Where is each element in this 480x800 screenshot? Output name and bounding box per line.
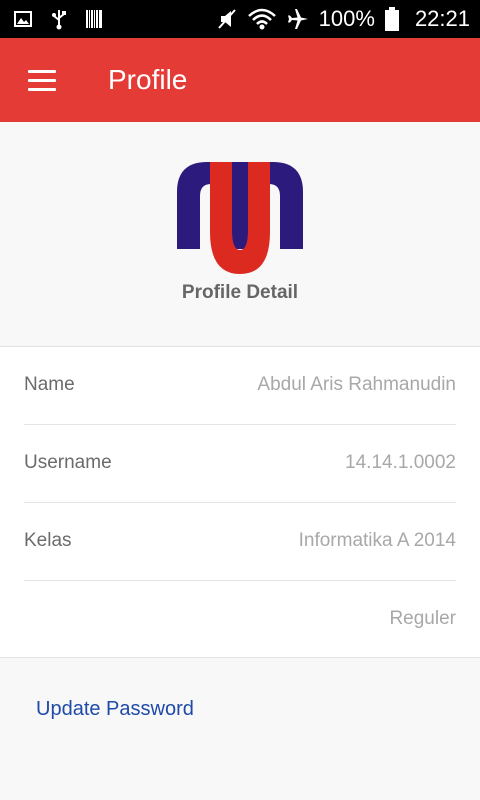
status-left-icons	[14, 8, 102, 30]
menu-icon	[28, 69, 56, 73]
u-m-logo	[177, 162, 303, 274]
wifi-icon	[247, 8, 276, 30]
mute-icon	[217, 9, 236, 29]
usb-icon	[52, 10, 66, 30]
detail-row-kelas: Kelas Informatika A 2014	[24, 503, 456, 581]
status-bar: 100% 22:21	[0, 0, 480, 38]
detail-row-type: Reguler	[24, 581, 456, 658]
barcode-icon	[86, 10, 102, 28]
profile-detail-heading: Profile Detail	[181, 282, 299, 303]
detail-value: Abdul Aris Rahmanudin	[257, 374, 456, 395]
gallery-icon	[14, 11, 32, 27]
clock: 22:21	[414, 6, 470, 31]
detail-value: Reguler	[389, 608, 456, 629]
detail-value: 14.14.1.0002	[345, 452, 456, 473]
airplane-icon	[287, 9, 308, 29]
app-bar: Profile	[0, 38, 480, 122]
detail-label: Kelas	[24, 530, 72, 551]
detail-row-name: Name Abdul Aris Rahmanudin	[24, 347, 456, 425]
battery-icon	[384, 7, 399, 31]
profile-header: Profile Detail	[0, 122, 480, 347]
page-title: Profile	[108, 64, 188, 95]
battery-level: 100%	[318, 6, 375, 31]
detail-label: Username	[24, 452, 112, 473]
detail-row-username: Username 14.14.1.0002	[24, 425, 456, 503]
menu-button[interactable]	[16, 60, 56, 100]
profile-details-list: Name Abdul Aris Rahmanudin Username 14.1…	[0, 347, 480, 658]
detail-label: Name	[24, 374, 75, 395]
update-password-link[interactable]: Update Password	[36, 698, 194, 721]
detail-value: Informatika A 2014	[298, 530, 456, 551]
status-right-icons: 100% 22:21	[217, 6, 470, 32]
